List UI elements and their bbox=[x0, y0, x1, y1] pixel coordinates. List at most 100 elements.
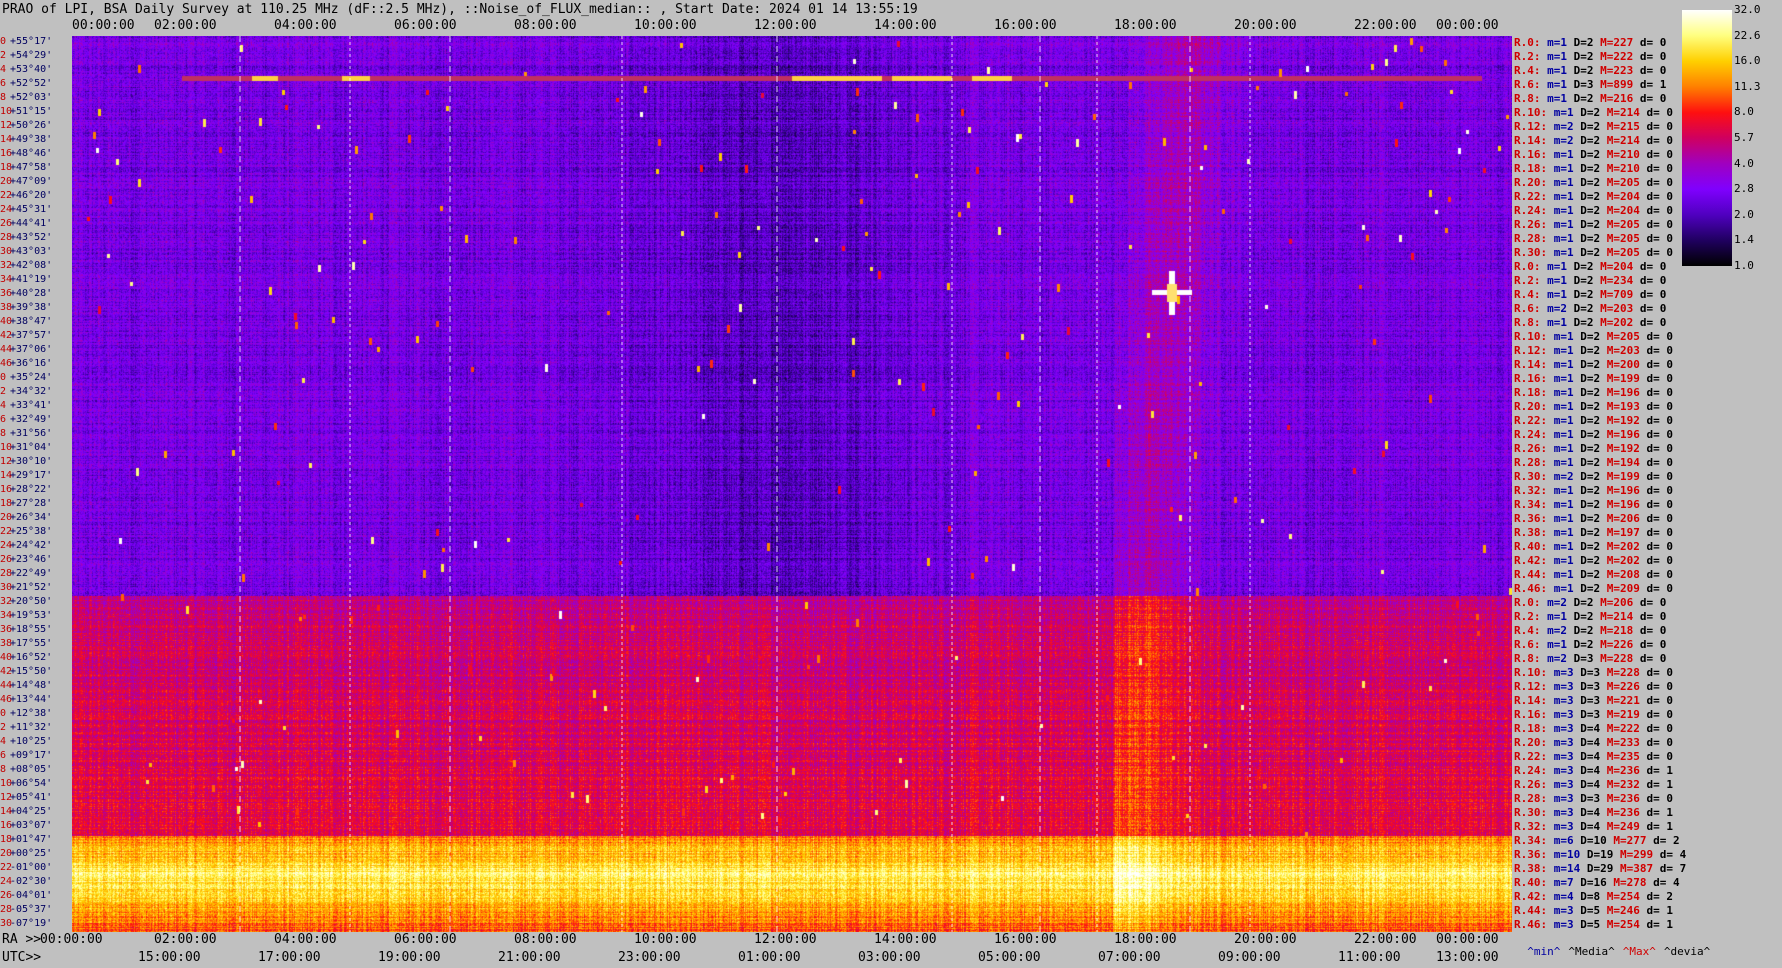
stat-media-label: D= bbox=[1573, 568, 1594, 581]
ra-tick-label: 14:00:00 bbox=[874, 932, 937, 947]
stat-name: R.4: bbox=[1514, 64, 1541, 77]
row-declination: +34°32' bbox=[10, 386, 53, 397]
stat-min-label: m= bbox=[1547, 204, 1567, 217]
stat-devia-label: d= bbox=[1639, 778, 1667, 791]
dec-row-label: 22-01°00' bbox=[0, 862, 72, 874]
stat-row: R.40: m=1 D=2 M=202 d= 0 bbox=[1514, 540, 1673, 554]
row-declination: +01°47' bbox=[10, 834, 53, 845]
stat-max: 709 bbox=[1613, 288, 1634, 301]
stat-min-label: m= bbox=[1547, 330, 1567, 343]
row-index: 30 bbox=[0, 918, 13, 929]
row-declination: +20°50' bbox=[10, 596, 53, 607]
stat-media-label: D= bbox=[1567, 36, 1587, 49]
row-declination: +46°20' bbox=[10, 190, 53, 201]
stat-max-label: M= bbox=[1600, 708, 1620, 721]
stat-max: 202 bbox=[1620, 540, 1640, 553]
declination-labels: 0 +55°17' 2 +54°29' 4 +53°40' 6 +52°52' 8 +52°03'… bbox=[0, 36, 72, 932]
stat-max-label: M= bbox=[1600, 904, 1620, 917]
stat-min: 6 bbox=[1567, 834, 1574, 847]
stat-name: R.22: bbox=[1514, 190, 1548, 203]
row-declination: +47°09' bbox=[10, 176, 53, 187]
colorbar-tick-label: 2.0 bbox=[1734, 207, 1754, 221]
stat-max-label: M= bbox=[1600, 442, 1620, 455]
stat-min-label: m= bbox=[1547, 414, 1567, 427]
ra-tick-label: 16:00:00 bbox=[994, 932, 1057, 947]
dec-row-label: 6 +32°49' bbox=[0, 414, 72, 426]
stat-row: R.4: m=1 D=2 M=709 d= 0 bbox=[1514, 288, 1666, 302]
stat-min: 1 bbox=[1567, 484, 1574, 497]
stat-row: R.6: m=1 D=3 M=899 d= 1 bbox=[1514, 78, 1666, 92]
stat-devia-label: d= bbox=[1639, 666, 1667, 679]
stat-max: 204 bbox=[1620, 204, 1640, 217]
stat-devia: 0 bbox=[1666, 218, 1673, 231]
stat-devia: 0 bbox=[1666, 470, 1673, 483]
stat-row: R.18: m=3 D=4 M=222 d= 0 bbox=[1514, 722, 1673, 736]
stat-max: 246 bbox=[1620, 904, 1640, 917]
stat-media-label: D= bbox=[1573, 890, 1594, 903]
stat-max-label: M= bbox=[1600, 344, 1620, 357]
stat-name: R.2: bbox=[1514, 50, 1541, 63]
stat-devia: 0 bbox=[1666, 680, 1673, 693]
stat-min: 1 bbox=[1567, 162, 1574, 175]
dec-row-label: 8 +08°05' bbox=[0, 764, 72, 776]
row-declination: +14°48' bbox=[10, 680, 53, 691]
stat-devia-label: d= bbox=[1639, 582, 1667, 595]
stat-max-label: M= bbox=[1600, 554, 1620, 567]
stat-name: R.0: bbox=[1514, 260, 1541, 273]
row-declination: +05°41' bbox=[10, 792, 53, 803]
stat-max-label: M= bbox=[1600, 764, 1620, 777]
row-declination: +25°38' bbox=[10, 526, 53, 537]
colorbar-tick-label: 1.4 bbox=[1734, 233, 1754, 247]
ra-tick-label: 04:00:00 bbox=[274, 932, 337, 947]
stat-name: R.28: bbox=[1514, 232, 1548, 245]
row-declination: -05°37' bbox=[10, 904, 53, 915]
stat-name: R.16: bbox=[1514, 708, 1548, 721]
stat-row: R.24: m=3 D=4 M=236 d= 1 bbox=[1514, 764, 1673, 778]
stat-devia: 0 bbox=[1666, 344, 1673, 357]
stat-name: R.12: bbox=[1514, 680, 1548, 693]
stat-media: 2 bbox=[1586, 64, 1594, 77]
ra-tick-label: 12:00:00 bbox=[754, 932, 817, 947]
stat-max: 196 bbox=[1620, 484, 1640, 497]
dec-row-label: 22+46°20' bbox=[0, 190, 72, 202]
stat-row: R.34: m=1 D=2 M=196 d= 0 bbox=[1514, 498, 1673, 512]
stat-max: 205 bbox=[1620, 218, 1640, 231]
top-tick-label: 14:00:00 bbox=[874, 18, 937, 33]
row-declination: +35°24' bbox=[10, 372, 53, 383]
stat-row: R.10: m=1 D=2 M=214 d= 0 bbox=[1514, 106, 1673, 120]
stat-row: R.0: m=1 D=2 M=227 d= 0 bbox=[1514, 36, 1666, 50]
stat-devia-label: d= bbox=[1639, 106, 1667, 119]
stat-devia: 0 bbox=[1659, 596, 1667, 609]
stat-media-label: D= bbox=[1573, 512, 1594, 525]
stat-row: R.30: m=2 D=2 M=199 d= 0 bbox=[1514, 470, 1673, 484]
stat-name: R.14: bbox=[1514, 134, 1548, 147]
row-index: 38 bbox=[0, 638, 13, 649]
stat-max: 197 bbox=[1620, 526, 1640, 539]
stat-name: R.26: bbox=[1514, 778, 1548, 791]
dec-row-label: 10+31°04' bbox=[0, 442, 72, 454]
stat-media-label: D= bbox=[1573, 750, 1594, 763]
stat-devia: 0 bbox=[1666, 722, 1673, 735]
stat-max-label: M= bbox=[1600, 386, 1620, 399]
utc-tick-label: 03:00:00 bbox=[858, 950, 921, 965]
stat-max-label: M= bbox=[1600, 778, 1620, 791]
stat-min-label: m= bbox=[1547, 904, 1567, 917]
stat-min: 1 bbox=[1560, 288, 1567, 301]
stat-devia: 0 bbox=[1666, 400, 1673, 413]
stat-row: R.18: m=1 D=2 M=196 d= 0 bbox=[1514, 386, 1673, 400]
dec-row-label: 12+30°10' bbox=[0, 456, 72, 468]
stat-row: R.38: m=1 D=2 M=197 d= 0 bbox=[1514, 526, 1673, 540]
stat-max-label: M= bbox=[1600, 372, 1620, 385]
stat-devia: 0 bbox=[1666, 386, 1673, 399]
stat-media-label: D= bbox=[1573, 456, 1594, 469]
dec-row-label: 18+01°47' bbox=[0, 834, 72, 846]
stat-devia-label: d= bbox=[1639, 498, 1667, 511]
stat-min: 2 bbox=[1567, 470, 1574, 483]
stat-media-label: D= bbox=[1573, 904, 1594, 917]
stat-devia-label: d= bbox=[1639, 372, 1667, 385]
row-declination: +32°49' bbox=[10, 414, 53, 425]
stat-name: R.8: bbox=[1514, 652, 1541, 665]
row-index: 46 bbox=[0, 694, 13, 705]
stat-min-label: m= bbox=[1547, 498, 1567, 511]
stat-max-label: M= bbox=[1593, 92, 1614, 105]
